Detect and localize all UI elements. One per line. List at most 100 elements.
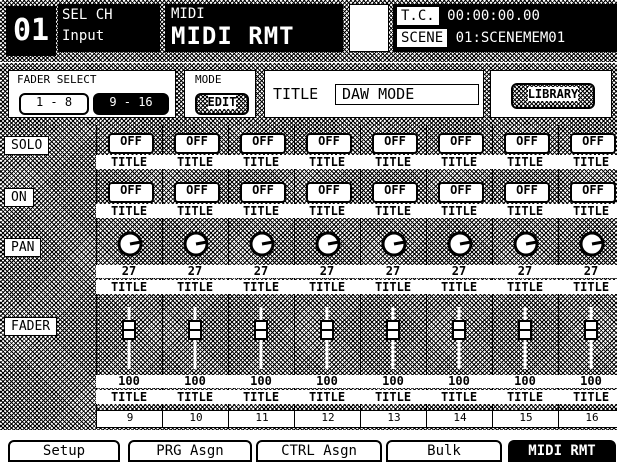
channel-column: OFF TITLE OFF TITLE 27 TITLE 100 TITLE bbox=[162, 125, 228, 430]
pan-title: TITLE bbox=[426, 280, 492, 294]
fader-value: 100 bbox=[294, 375, 360, 388]
channel-column: OFF TITLE OFF TITLE 27 TITLE 100 TITLE bbox=[96, 125, 162, 430]
title-label: TITLE bbox=[273, 85, 319, 103]
fader-value: 100 bbox=[228, 375, 294, 388]
pan-knob-icon[interactable] bbox=[183, 231, 209, 257]
fader-slider[interactable] bbox=[385, 307, 401, 369]
on-title: TITLE bbox=[228, 204, 294, 218]
solo-button[interactable]: OFF bbox=[438, 133, 484, 154]
library-button[interactable]: LIBRARY bbox=[511, 83, 595, 109]
tc-value: 00:00:00.00 bbox=[447, 8, 540, 24]
on-button[interactable]: OFF bbox=[306, 182, 352, 203]
fader-title: TITLE bbox=[492, 390, 558, 404]
solo-title: TITLE bbox=[294, 155, 360, 169]
pan-title: TITLE bbox=[228, 280, 294, 294]
fader-title: TITLE bbox=[96, 390, 162, 404]
pan-title: TITLE bbox=[558, 280, 617, 294]
screen-group: MIDI bbox=[171, 6, 205, 22]
screen-title-box: MIDI MIDI RMT bbox=[165, 4, 343, 52]
row-label-on: ON bbox=[4, 186, 90, 207]
fader-1-8-button[interactable]: 1 - 8 bbox=[19, 93, 89, 115]
fader-title: TITLE bbox=[360, 390, 426, 404]
channel-number-label: 12 bbox=[294, 410, 362, 428]
pan-knob-icon[interactable] bbox=[249, 231, 275, 257]
pan-knob-icon[interactable] bbox=[579, 231, 605, 257]
tab-setup[interactable]: Setup bbox=[8, 440, 120, 462]
on-title: TITLE bbox=[558, 204, 617, 218]
pan-knob-icon[interactable] bbox=[381, 231, 407, 257]
title-field[interactable]: DAW MODE bbox=[335, 84, 479, 105]
fader-slider[interactable] bbox=[319, 307, 335, 369]
pan-knob-icon[interactable] bbox=[513, 231, 539, 257]
fader-slider[interactable] bbox=[517, 307, 533, 369]
sel-ch-label: SEL CH bbox=[62, 7, 113, 23]
pan-title: TITLE bbox=[360, 280, 426, 294]
pan-value: 27 bbox=[294, 265, 360, 278]
solo-title: TITLE bbox=[558, 155, 617, 169]
channel-number-label: 15 bbox=[492, 410, 560, 428]
row-label-fader: FADER bbox=[4, 315, 90, 336]
tab-midi-rmt[interactable]: MIDI RMT bbox=[508, 440, 616, 462]
solo-button[interactable]: OFF bbox=[240, 133, 286, 154]
fader-slider[interactable] bbox=[451, 307, 467, 369]
selected-channel-box: SEL CH Input bbox=[58, 4, 160, 52]
pan-title: TITLE bbox=[162, 280, 228, 294]
pan-knob-icon[interactable] bbox=[117, 231, 143, 257]
on-button[interactable]: OFF bbox=[570, 182, 616, 203]
pan-value: 27 bbox=[96, 265, 162, 278]
solo-title: TITLE bbox=[96, 155, 162, 169]
tab-prg-asgn[interactable]: PRG Asgn bbox=[128, 440, 252, 462]
screen-title: MIDI RMT bbox=[171, 22, 295, 50]
on-button[interactable]: OFF bbox=[504, 182, 550, 203]
fader-value: 100 bbox=[426, 375, 492, 388]
pan-value: 27 bbox=[228, 265, 294, 278]
solo-button[interactable]: OFF bbox=[372, 133, 418, 154]
on-button[interactable]: OFF bbox=[240, 182, 286, 203]
status-indicator bbox=[349, 4, 389, 52]
pan-value: 27 bbox=[558, 265, 617, 278]
solo-button[interactable]: OFF bbox=[108, 133, 154, 154]
fader-title: TITLE bbox=[228, 390, 294, 404]
pan-title: TITLE bbox=[492, 280, 558, 294]
fader-9-16-button[interactable]: 9 - 16 bbox=[93, 93, 169, 115]
on-button[interactable]: OFF bbox=[108, 182, 154, 203]
fader-value: 100 bbox=[96, 375, 162, 388]
channel-column: OFF TITLE OFF TITLE 27 TITLE 100 TITLE bbox=[360, 125, 426, 430]
fader-slider[interactable] bbox=[253, 307, 269, 369]
fader-slider[interactable] bbox=[187, 307, 203, 369]
tab-ctrl-asgn[interactable]: CTRL Asgn bbox=[256, 440, 382, 462]
on-title: TITLE bbox=[162, 204, 228, 218]
solo-title: TITLE bbox=[360, 155, 426, 169]
fader-value: 100 bbox=[558, 375, 617, 388]
solo-button[interactable]: OFF bbox=[570, 133, 616, 154]
mode-edit-button[interactable]: EDIT bbox=[195, 93, 249, 115]
fader-title: TITLE bbox=[558, 390, 617, 404]
solo-button[interactable]: OFF bbox=[174, 133, 220, 154]
scene-label: SCENE bbox=[397, 29, 448, 47]
fader-value: 100 bbox=[162, 375, 228, 388]
pan-value: 27 bbox=[492, 265, 558, 278]
tab-bulk[interactable]: Bulk bbox=[386, 440, 502, 462]
fader-title: TITLE bbox=[294, 390, 360, 404]
pan-knob-icon[interactable] bbox=[447, 231, 473, 257]
channel-column: OFF TITLE OFF TITLE 27 TITLE 100 TITLE bbox=[558, 125, 617, 430]
channel-number-label: 9 bbox=[96, 410, 164, 428]
on-button[interactable]: OFF bbox=[372, 182, 418, 203]
fader-slider[interactable] bbox=[583, 307, 599, 369]
pan-value: 27 bbox=[360, 265, 426, 278]
solo-button[interactable]: OFF bbox=[504, 133, 550, 154]
on-title: TITLE bbox=[294, 204, 360, 218]
pan-value: 27 bbox=[426, 265, 492, 278]
pan-knob-icon[interactable] bbox=[315, 231, 341, 257]
channel-column: OFF TITLE OFF TITLE 27 TITLE 100 TITLE bbox=[294, 125, 360, 430]
pan-title: TITLE bbox=[294, 280, 360, 294]
solo-button[interactable]: OFF bbox=[306, 133, 352, 154]
fader-value: 100 bbox=[492, 375, 558, 388]
fader-select-label: FADER SELECT bbox=[15, 73, 99, 86]
on-button[interactable]: OFF bbox=[174, 182, 220, 203]
tc-label: T.C. bbox=[397, 7, 439, 25]
row-label-pan: PAN bbox=[4, 236, 90, 257]
channel-number: 01 bbox=[6, 6, 56, 56]
fader-slider[interactable] bbox=[121, 307, 137, 369]
on-button[interactable]: OFF bbox=[438, 182, 484, 203]
